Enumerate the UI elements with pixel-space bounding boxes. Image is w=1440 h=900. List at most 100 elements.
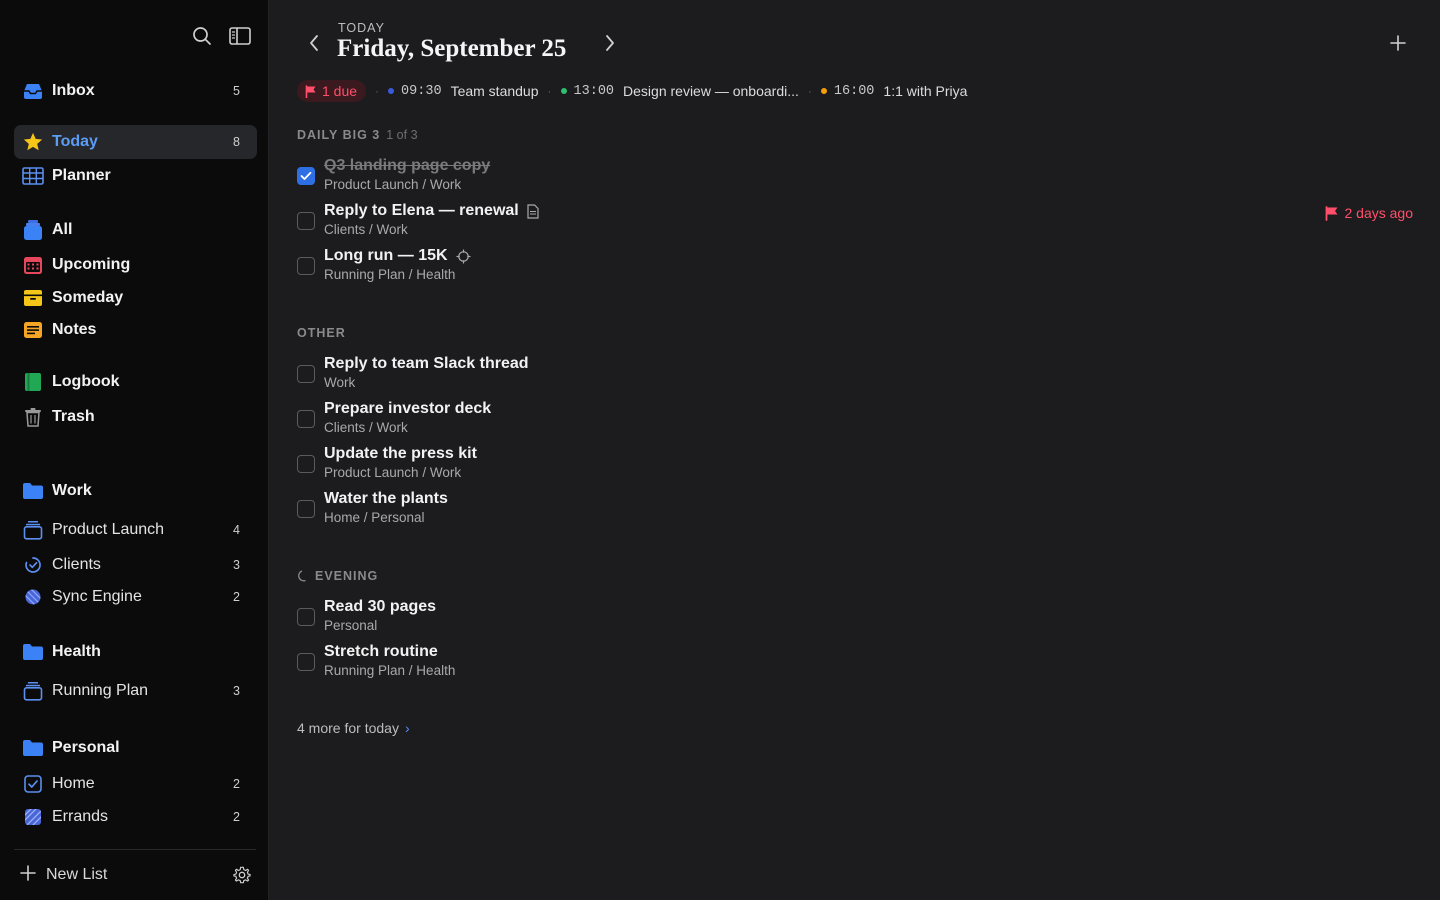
- sidebar-item-product-launch[interactable]: Product Launch 4: [14, 513, 257, 547]
- sidebar-item-clients[interactable]: Clients 3: [14, 548, 257, 582]
- section-title: OTHER: [297, 326, 346, 340]
- task-checkbox[interactable]: [297, 365, 315, 383]
- task-row[interactable]: Update the press kit Product Launch / Wo…: [297, 445, 1440, 485]
- clients-count: 3: [233, 558, 240, 572]
- task-title: Prepare investor deck: [324, 400, 492, 417]
- sidebar-item-all[interactable]: All: [14, 213, 257, 247]
- section-title: EVENING: [315, 569, 379, 583]
- sidebar-area-work[interactable]: Work: [14, 474, 257, 508]
- page-eyebrow: TODAY: [338, 21, 385, 35]
- deadline-text: 2 days ago: [1344, 205, 1414, 221]
- sidebar-item-label: Trash: [52, 408, 95, 425]
- event-title[interactable]: Design review — onboardi...: [623, 83, 799, 99]
- stack-icon: [22, 219, 44, 241]
- event-color-dot: [560, 88, 567, 94]
- sidebar-item-planner[interactable]: Planner: [14, 159, 257, 193]
- sidebar-item-sync-engine[interactable]: Sync Engine 2: [14, 580, 257, 614]
- gear-icon[interactable]: [230, 863, 254, 887]
- task-title-text: Q3 landing page copy: [324, 157, 491, 174]
- task-subtitle: Running Plan / Health: [324, 267, 456, 282]
- search-icon[interactable]: [190, 24, 214, 48]
- home-count: 2: [233, 777, 240, 791]
- task-row[interactable]: Water the plants Home / Personal: [297, 490, 1440, 530]
- sidebar-toggle-icon[interactable]: [228, 24, 252, 48]
- sidebar-item-home[interactable]: Home 2: [14, 767, 257, 801]
- add-task-button[interactable]: [1386, 31, 1410, 55]
- sidebar-item-label: Work: [52, 482, 92, 499]
- task-title: Q3 landing page copy: [324, 157, 490, 175]
- section-header-other: OTHER: [297, 326, 346, 340]
- task-row[interactable]: Reply to Elena — renewal Clients / Work …: [297, 202, 1440, 242]
- chevron-right-icon[interactable]: [598, 31, 622, 55]
- deadline-badge: 2 days ago: [1325, 205, 1414, 221]
- task-row[interactable]: Prepare investor deck Clients / Work: [297, 400, 1440, 440]
- note-document-icon: [527, 203, 539, 219]
- task-checkbox[interactable]: [297, 257, 315, 275]
- progress-pie-icon: [22, 554, 44, 576]
- task-title-text: Long run — 15K: [324, 247, 448, 264]
- sidebar-item-notes[interactable]: Notes: [14, 313, 257, 347]
- separator-dot: ·: [375, 84, 380, 98]
- flag-icon: [305, 84, 316, 98]
- task-title: Read 30 pages: [324, 598, 437, 615]
- task-checkbox[interactable]: [297, 455, 315, 473]
- event-color-dot: [388, 88, 395, 94]
- sidebar-item-upcoming[interactable]: Upcoming: [14, 248, 257, 282]
- separator-dot: ·: [547, 84, 552, 98]
- task-row[interactable]: Read 30 pages Personal: [297, 598, 1440, 638]
- sidebar-item-label: Clients: [52, 556, 101, 573]
- task-checkbox[interactable]: [297, 653, 315, 671]
- sidebar-item-inbox[interactable]: Inbox 5: [14, 74, 257, 108]
- book-icon: [22, 371, 44, 393]
- sidebar-item-someday[interactable]: Someday: [14, 281, 257, 315]
- sidebar-item-errands[interactable]: Errands 2: [14, 800, 257, 834]
- due-badge[interactable]: 1 due: [297, 80, 367, 102]
- task-subtitle: Personal: [324, 618, 378, 633]
- new-list-button[interactable]: New List: [14, 864, 230, 886]
- task-title: Long run — 15K: [324, 247, 471, 265]
- sidebar-item-label: Home: [52, 775, 95, 792]
- task-row[interactable]: Q3 landing page copy Product Launch / Wo…: [297, 157, 1440, 197]
- task-subtitle: Product Launch / Work: [324, 465, 462, 480]
- task-row[interactable]: Long run — 15K Running Plan / Health: [297, 247, 1440, 287]
- running-plan-count: 3: [233, 684, 240, 698]
- sidebar-item-label: Upcoming: [52, 256, 131, 273]
- task-checkbox[interactable]: [297, 608, 315, 626]
- sidebar-item-trash[interactable]: Trash: [14, 400, 257, 434]
- chevron-left-icon[interactable]: [302, 31, 326, 55]
- task-checkbox[interactable]: [297, 500, 315, 518]
- sidebar-area-personal[interactable]: Personal: [14, 731, 257, 765]
- event-title[interactable]: 1:1 with Priya: [883, 83, 967, 99]
- more-label: 4 more for today: [297, 720, 399, 736]
- task-checkbox[interactable]: [297, 212, 315, 230]
- sidebar-area-health[interactable]: Health: [14, 635, 257, 669]
- task-row[interactable]: Reply to team Slack thread Work: [297, 355, 1440, 395]
- errands-count: 2: [233, 810, 240, 824]
- sidebar-item-label: Logbook: [52, 373, 120, 390]
- section-title: DAILY BIG 3: [297, 128, 381, 142]
- calendar-grid-icon: [22, 165, 44, 187]
- task-checkbox[interactable]: [297, 410, 315, 428]
- task-checkbox[interactable]: [297, 167, 315, 185]
- event-title[interactable]: Team standup: [451, 83, 539, 99]
- plus-icon: [20, 864, 36, 886]
- folder-icon: [22, 641, 44, 663]
- event-time: 16:00: [833, 83, 875, 99]
- checkmark-icon: [300, 171, 312, 180]
- separator-dot: ·: [807, 84, 812, 98]
- calendar-icon: [22, 254, 44, 276]
- sidebar-item-label: Personal: [52, 739, 120, 756]
- striped-square-icon: [22, 806, 44, 828]
- section-header-big3: DAILY BIG 3 1 of 3: [297, 128, 418, 142]
- sidebar-toolbar: [190, 24, 252, 48]
- project-stack-icon: [22, 519, 44, 541]
- task-title: Update the press kit: [324, 445, 477, 462]
- sidebar-item-running-plan[interactable]: Running Plan 3: [14, 674, 257, 708]
- folder-icon: [22, 480, 44, 502]
- event-time: 13:00: [573, 83, 615, 99]
- sidebar-item-logbook[interactable]: Logbook: [14, 365, 257, 399]
- more-for-today-link[interactable]: 4 more for today ›: [297, 720, 410, 736]
- task-row[interactable]: Stretch routine Running Plan / Health: [297, 643, 1440, 683]
- page-title: Friday, September 25: [337, 35, 567, 62]
- sidebar-item-today[interactable]: Today 8: [14, 125, 257, 159]
